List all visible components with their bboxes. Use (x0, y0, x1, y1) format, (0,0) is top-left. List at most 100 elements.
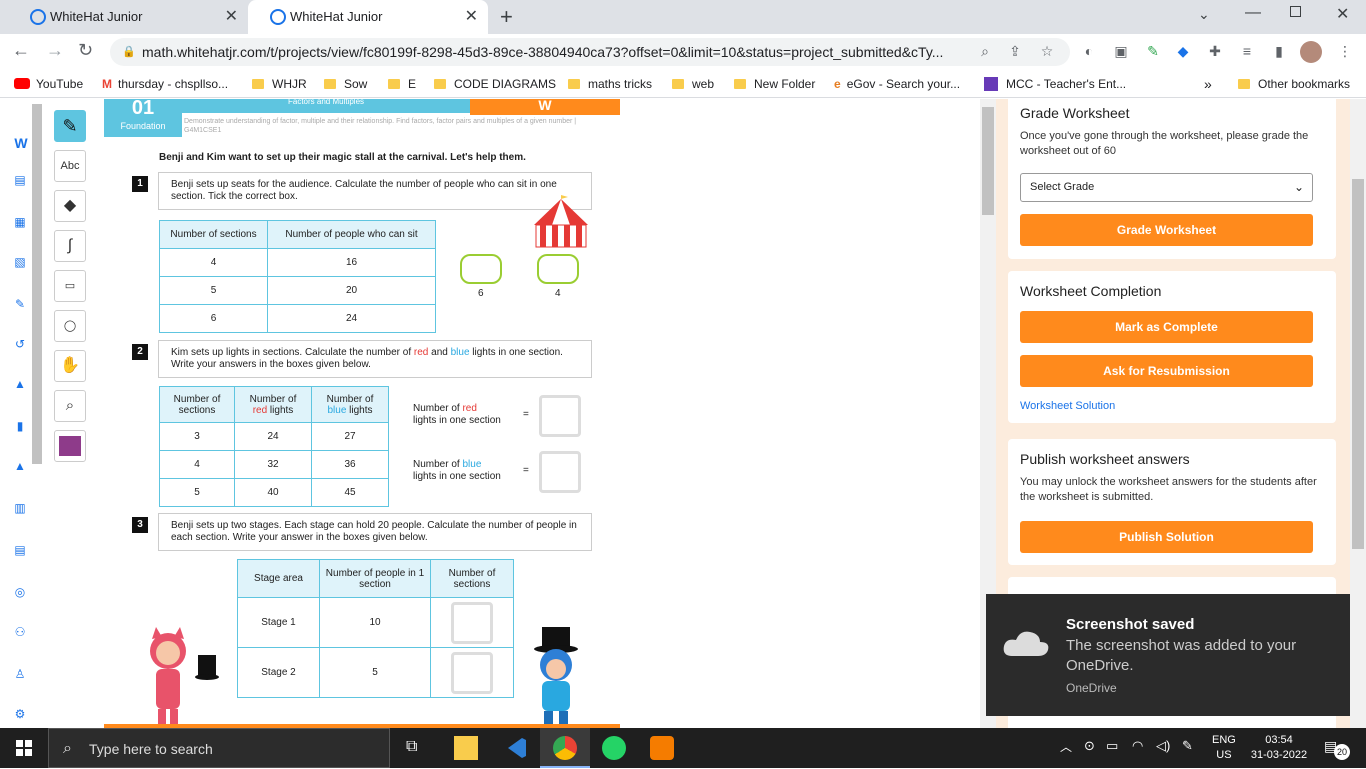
share-icon[interactable]: ⇪ (1006, 42, 1024, 60)
nav-person-icon[interactable]: ♙ (13, 667, 27, 681)
blue-lights-answer-box[interactable] (539, 451, 581, 493)
volume-icon[interactable]: ◁) (1156, 738, 1170, 754)
stage-2-answer-box[interactable] (451, 651, 493, 694)
bookmark-folder-sow[interactable]: Sow (324, 70, 367, 98)
scroll-thumb[interactable] (1352, 179, 1364, 549)
bookmark-folder-code-diagrams[interactable]: CODE DIAGRAMS (434, 70, 556, 98)
ellipse-tool-icon[interactable]: ◯ (54, 310, 86, 342)
profile-avatar[interactable] (1300, 41, 1322, 63)
worksheet-intro: Benji and Kim want to set up their magic… (159, 152, 526, 163)
chrome-menu-icon[interactable]: ⋮ (1336, 42, 1354, 60)
restore-icon[interactable] (1290, 6, 1301, 17)
mark-complete-button[interactable]: Mark as Complete (1020, 311, 1313, 343)
tray-chevron-icon[interactable]: ︿ (1060, 738, 1072, 755)
address-bar[interactable]: 🔒 math.whitehatjr.com/t/projects/view/fc… (110, 38, 1070, 66)
bookmark-folder-e[interactable]: E (388, 70, 416, 98)
bookmark-folder-maths-tricks[interactable]: maths tricks (568, 70, 652, 98)
nav-graduation-icon[interactable]: ▲ (13, 377, 27, 391)
color-picker-tool[interactable] (54, 430, 86, 462)
zoom-icon[interactable]: ⌕ (976, 42, 994, 60)
windows-start-icon[interactable] (16, 740, 32, 756)
extension-zip-icon[interactable]: ◆ (1174, 42, 1192, 60)
bookmark-star-icon[interactable]: ☆ (1038, 42, 1056, 60)
tab-whitehat-2[interactable]: WhiteHat Junior ✕ (248, 0, 488, 34)
language-indicator[interactable]: ENG US (1212, 733, 1236, 763)
pan-hand-tool-icon[interactable]: ✋ (54, 350, 86, 382)
file-explorer-icon[interactable] (454, 736, 478, 760)
nav-settings-icon[interactable]: ⚙ (13, 707, 27, 721)
tab-search-icon[interactable]: ⌄ (1198, 6, 1210, 23)
zoom-tool-icon[interactable]: ⌕ (54, 390, 86, 422)
more-bookmarks-button[interactable]: » (1204, 70, 1212, 98)
clock[interactable]: 03:54 31-03-2022 (1244, 733, 1314, 763)
reload-icon[interactable]: ↻ (78, 40, 93, 61)
bookmark-egov[interactable]: e eGov - Search your... (834, 70, 960, 98)
bookmark-gmail[interactable]: Mthursday - chspllso... (102, 70, 228, 98)
nav-calendar-icon[interactable]: ▦ (13, 215, 27, 229)
ask-resubmission-button[interactable]: Ask for Resubmission (1020, 355, 1313, 387)
forward-arrow-icon[interactable]: → (46, 40, 64, 61)
tab-whitehat-1[interactable]: WhiteHat Junior ✕ (8, 0, 248, 34)
bookmark-folder-new-folder[interactable]: New Folder (734, 70, 815, 98)
media-control-icon[interactable]: ≡ (1238, 42, 1256, 60)
publish-solution-button[interactable]: Publish Solution (1020, 521, 1313, 553)
close-tab-icon[interactable]: ✕ (225, 0, 238, 34)
stage-1-answer-box[interactable] (451, 601, 493, 644)
notification-center[interactable]: ▤ 20 (1324, 738, 1350, 760)
tab-strip: WhiteHat Junior ✕ WhiteHat Junior ✕ + ⌄ … (0, 0, 1366, 34)
nav-history-icon[interactable]: ↺ (13, 337, 27, 351)
minimize-icon[interactable]: — (1245, 4, 1261, 22)
whitehat-logo-icon[interactable]: W (14, 135, 28, 151)
nav-notes-icon[interactable]: ▧ (13, 255, 27, 269)
chrome-taskbar-active[interactable] (540, 728, 590, 768)
extension-sync-icon[interactable]: ◐ (1080, 42, 1098, 60)
grade-select[interactable]: Select Grade ⌄ (1020, 173, 1313, 202)
task-view-icon[interactable]: ⧉ (406, 738, 417, 756)
extension-screen-icon[interactable]: ▣ (1112, 42, 1130, 60)
nav-stats-icon[interactable]: ▮ (13, 419, 27, 433)
pen-icon[interactable]: ✎ (1182, 738, 1193, 754)
rectangle-tool-icon[interactable]: ▭ (54, 270, 86, 302)
onedrive-notification[interactable]: Screenshot saved The screenshot was adde… (986, 594, 1350, 716)
whatsapp-icon[interactable] (602, 736, 626, 760)
new-tab-button[interactable]: + (500, 4, 513, 30)
red-lights-answer-box[interactable] (539, 395, 581, 437)
nav-book-icon[interactable]: ▥ (13, 501, 27, 515)
bookmark-folder-web[interactable]: web (672, 70, 714, 98)
extensions-puzzle-icon[interactable]: ✚ (1206, 42, 1224, 60)
bookmark-youtube[interactable]: YouTube (14, 70, 83, 98)
nav-help-icon[interactable]: ◎ (13, 585, 27, 599)
tray-meet-icon[interactable]: ⊙ (1084, 738, 1095, 754)
worksheet-solution-link[interactable]: Worksheet Solution (1020, 400, 1115, 412)
bookmark-folder-whjr[interactable]: WHJR (252, 70, 307, 98)
text-tool[interactable]: Abc (54, 150, 86, 182)
worksheet-canvas[interactable]: 01 Foundation Factors and Multiples W De… (100, 99, 630, 728)
nav-edit-icon[interactable]: ✎ (13, 297, 27, 311)
question-3-text: Benji sets up two stages. Each stage can… (158, 513, 592, 551)
grade-worksheet-button[interactable]: Grade Worksheet (1020, 214, 1313, 246)
nav-list-icon[interactable]: ▤ (13, 543, 27, 557)
extension-dropper-icon[interactable]: ✎ (1144, 42, 1162, 60)
scroll-thumb[interactable] (982, 107, 994, 215)
window-close-icon[interactable]: ✕ (1336, 4, 1349, 24)
pencil-tool-icon[interactable]: ✎ (54, 110, 86, 142)
eraser-tool-icon[interactable]: ◆ (54, 190, 86, 222)
bookmark-mcc[interactable]: MCC - Teacher's Ent... (984, 70, 1126, 98)
taskbar-search-box[interactable]: ⌕ Type here to search (48, 728, 390, 768)
vscode-icon[interactable] (504, 736, 528, 760)
nav-dashboard-icon[interactable]: ▤ (13, 173, 27, 187)
line-tool-icon[interactable]: ∫ (54, 230, 86, 262)
other-bookmarks[interactable]: Other bookmarks (1238, 70, 1350, 98)
xampp-icon[interactable] (650, 736, 674, 760)
close-tab-icon[interactable]: ✕ (465, 0, 478, 34)
side-panel-icon[interactable]: ▮ (1270, 42, 1288, 60)
wifi-icon[interactable]: ◠ (1132, 738, 1143, 754)
battery-icon[interactable]: ▭ (1106, 738, 1118, 754)
panel-scrollbar[interactable] (1350, 99, 1366, 728)
nav-course-icon[interactable]: ▲ (13, 459, 27, 473)
tools-scrollbar[interactable] (32, 104, 42, 464)
nav-users-icon[interactable]: ⚇ (13, 625, 27, 639)
option-checkbox[interactable] (537, 254, 579, 284)
back-arrow-icon[interactable]: ← (12, 40, 30, 61)
option-checkbox[interactable] (460, 254, 502, 284)
